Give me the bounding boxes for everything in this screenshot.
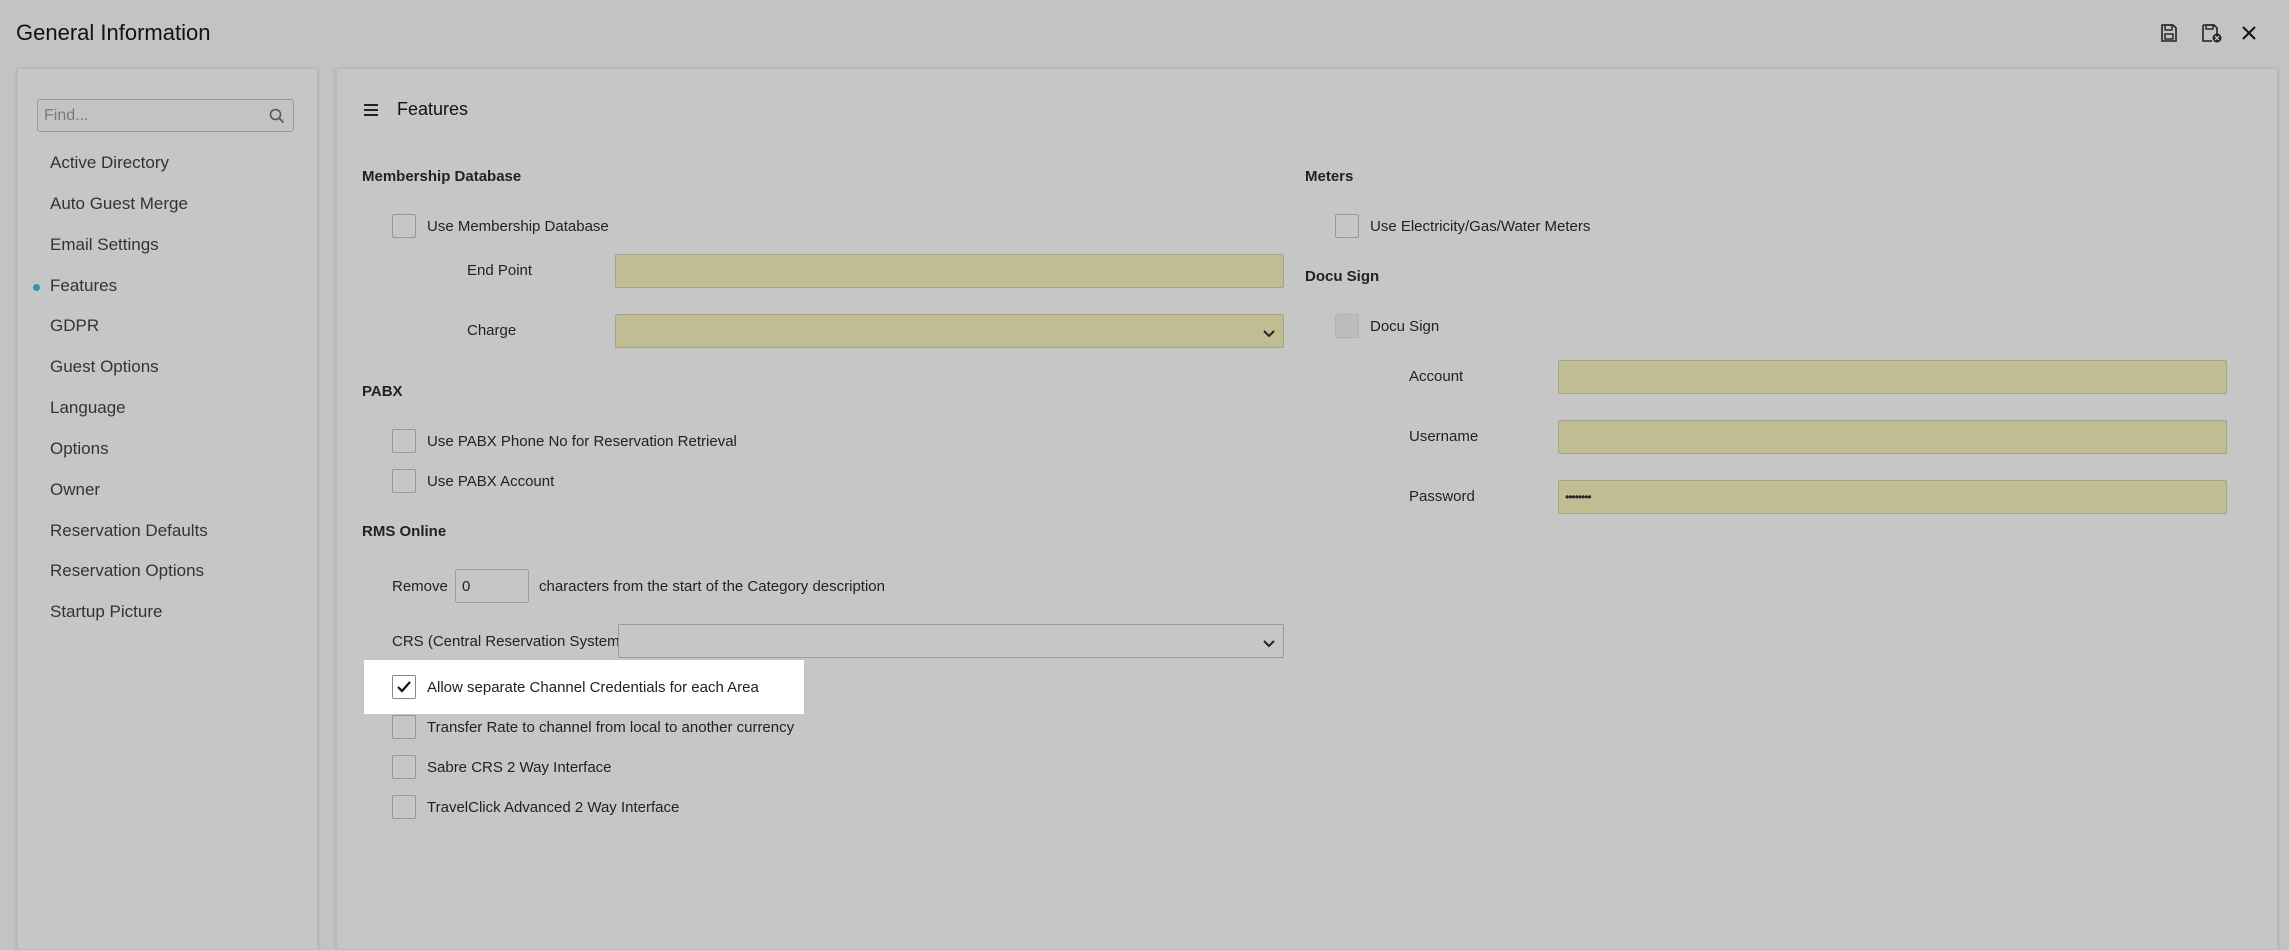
pabx-heading: PABX — [362, 383, 403, 400]
sidebar-item-gdpr[interactable]: GDPR — [50, 316, 99, 336]
sidebar-item-email-settings[interactable]: Email Settings — [50, 235, 159, 255]
meters-heading: Meters — [1305, 168, 1354, 185]
sidebar: Active Directory Auto Guest Merge Email … — [17, 68, 318, 950]
allow-channel-credentials-label: Allow separate Channel Credentials for e… — [427, 679, 759, 696]
chevron-down-icon — [1263, 326, 1275, 344]
main-panel: Features Membership Database Use Members… — [336, 68, 2278, 950]
sidebar-item-reservation-options[interactable]: Reservation Options — [50, 561, 204, 581]
crs-label: CRS (Central Reservation System) — [392, 633, 625, 650]
docusign-checkbox[interactable] — [1335, 314, 1359, 338]
hamburger-menu-icon[interactable] — [363, 103, 379, 122]
account-label: Account — [1409, 368, 1464, 385]
remove-label: Remove — [392, 578, 448, 595]
sabre-crs-checkbox[interactable] — [392, 755, 416, 779]
sidebar-item-features[interactable]: Features — [50, 276, 117, 296]
travelclick-checkbox[interactable] — [392, 795, 416, 819]
username-input[interactable] — [1559, 421, 2226, 453]
docusign-label: Docu Sign — [1370, 318, 1440, 335]
search-input[interactable] — [44, 100, 264, 131]
pabx-phone-label: Use PABX Phone No for Reservation Retrie… — [427, 433, 737, 450]
travelclick-label: TravelClick Advanced 2 Way Interface — [427, 799, 680, 816]
close-icon[interactable] — [2236, 20, 2262, 46]
search-box[interactable] — [37, 99, 294, 132]
pabx-account-label: Use PABX Account — [427, 473, 555, 490]
checkmark-icon — [397, 681, 411, 693]
charge-select[interactable] — [615, 314, 1284, 348]
crs-select[interactable] — [618, 624, 1284, 658]
sidebar-item-owner[interactable]: Owner — [50, 480, 100, 500]
active-indicator-dot — [33, 284, 40, 291]
use-meters-checkbox[interactable] — [1335, 214, 1359, 238]
sidebar-item-guest-options[interactable]: Guest Options — [50, 357, 159, 377]
charge-label: Charge — [467, 322, 517, 339]
sidebar-item-language[interactable]: Language — [50, 398, 126, 418]
chevron-down-icon — [1263, 636, 1275, 654]
page-title: Features — [397, 99, 469, 119]
pabx-account-checkbox[interactable] — [392, 469, 416, 493]
end-point-label: End Point — [467, 262, 533, 279]
remove-suffix-label: characters from the start of the Categor… — [539, 578, 885, 595]
remove-count-field[interactable] — [455, 569, 529, 603]
sidebar-item-auto-guest-merge[interactable]: Auto Guest Merge — [50, 194, 188, 214]
transfer-rate-label: Transfer Rate to channel from local to a… — [427, 719, 795, 736]
transfer-rate-checkbox[interactable] — [392, 715, 416, 739]
search-icon[interactable] — [269, 108, 285, 129]
password-input[interactable] — [1559, 481, 2226, 513]
sabre-crs-label: Sabre CRS 2 Way Interface — [427, 759, 612, 776]
remove-count-input[interactable] — [456, 570, 528, 602]
pabx-phone-checkbox[interactable] — [392, 429, 416, 453]
sidebar-item-startup-picture[interactable]: Startup Picture — [50, 602, 162, 622]
account-field[interactable] — [1558, 360, 2227, 394]
password-label: Password — [1409, 488, 1475, 505]
window-title: General Information — [16, 20, 211, 45]
use-meters-label: Use Electricity/Gas/Water Meters — [1370, 218, 1591, 235]
account-input[interactable] — [1559, 361, 2226, 393]
sidebar-item-reservation-defaults[interactable]: Reservation Defaults — [50, 521, 208, 541]
save-close-icon[interactable] — [2199, 20, 2225, 46]
use-membership-label: Use Membership Database — [427, 218, 609, 235]
username-label: Username — [1409, 428, 1479, 445]
username-field[interactable] — [1558, 420, 2227, 454]
use-membership-checkbox[interactable] — [392, 214, 416, 238]
rms-online-heading: RMS Online — [362, 523, 447, 540]
membership-heading: Membership Database — [362, 168, 522, 185]
sidebar-item-options[interactable]: Options — [50, 439, 109, 459]
end-point-field[interactable] — [615, 254, 1284, 288]
password-field[interactable] — [1558, 480, 2227, 514]
docusign-heading: Docu Sign — [1305, 268, 1380, 285]
allow-channel-credentials-checkbox[interactable] — [392, 675, 416, 699]
sidebar-item-active-directory[interactable]: Active Directory — [50, 153, 169, 173]
save-icon[interactable] — [2156, 20, 2182, 46]
end-point-input[interactable] — [616, 255, 1283, 287]
